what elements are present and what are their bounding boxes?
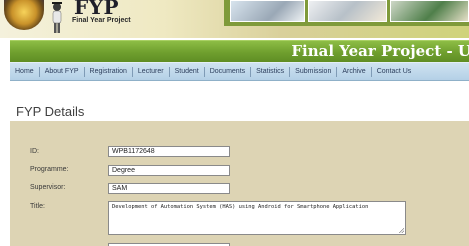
nav-contact-us[interactable]: Contact Us [372, 67, 417, 77]
supervisor-label: Supervisor: [30, 184, 66, 191]
nav-submission[interactable]: Submission [290, 66, 338, 77]
university-logo [4, 0, 44, 30]
nav-student[interactable]: Student [170, 66, 205, 77]
banner-photo [308, 0, 388, 22]
nav-documents[interactable]: Documents [205, 66, 252, 77]
programme-label: Programme: [30, 166, 69, 173]
page-title: FYP Details [16, 104, 85, 119]
photo-strip [224, 0, 469, 26]
main-nav: Home About FYP Registration Lecturer Stu… [10, 62, 469, 81]
title-bar: Final Year Project - U [10, 40, 469, 62]
nav-home[interactable]: Home [10, 66, 40, 77]
fyp-details-form: ID: WPB1172648 Programme: Degree Supervi… [10, 121, 469, 246]
nav-statistics[interactable]: Statistics [251, 66, 291, 77]
id-label: ID: [30, 148, 39, 155]
banner-photo [390, 0, 469, 22]
title-text: Development of Automation System (HAS) u… [112, 204, 369, 210]
header-banner: FYP Final Year Project [0, 0, 469, 38]
programme-field[interactable]: Degree [108, 165, 230, 176]
title-label: Title: [30, 203, 45, 210]
nav-archive[interactable]: Archive [337, 66, 372, 77]
id-field[interactable]: WPB1172648 [108, 146, 230, 157]
nav-registration[interactable]: Registration [85, 66, 133, 77]
nav-lecturer[interactable]: Lecturer [133, 66, 170, 77]
resize-grip-icon[interactable] [399, 228, 404, 233]
nav-about-fyp[interactable]: About FYP [40, 66, 85, 77]
title-textarea[interactable]: Development of Automation System (HAS) u… [108, 201, 406, 235]
graduate-mascot-icon [52, 2, 62, 33]
banner-photo [230, 0, 306, 22]
banner-title: Final Year Project - U [291, 42, 469, 60]
brand-subtitle: Final Year Project [72, 17, 131, 24]
supervisor-field[interactable]: SAM [108, 183, 230, 194]
